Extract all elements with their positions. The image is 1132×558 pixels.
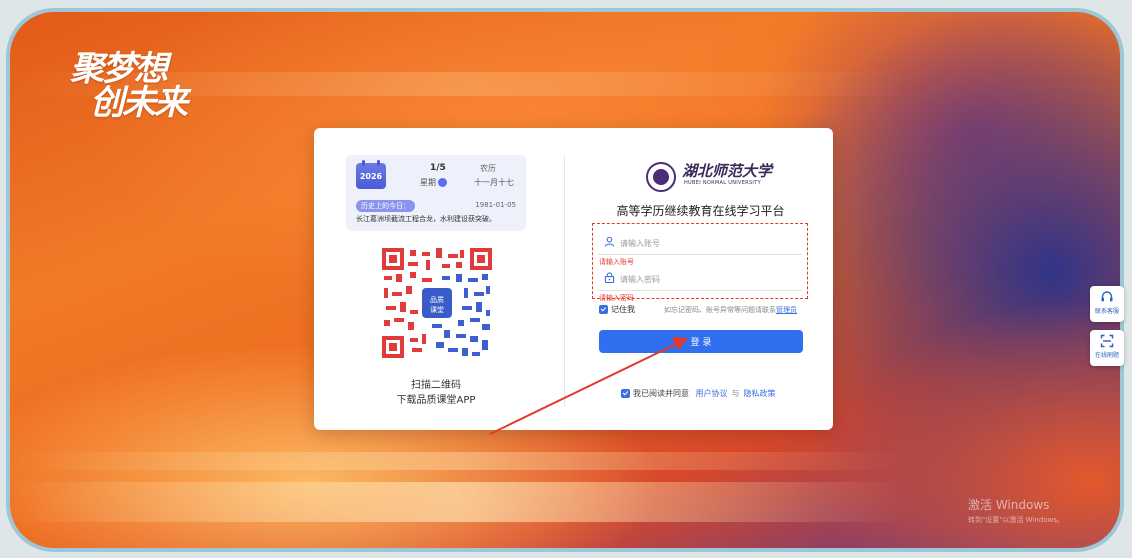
online-practice-button[interactable]: 在线刷题 [1090, 330, 1124, 366]
contact-support-label: 联系客服 [1094, 308, 1119, 315]
headset-icon [1101, 291, 1113, 302]
windows-watermark: 激活 Windows 转到"设置"以激活 Windows。 [968, 496, 1064, 525]
online-practice-label: 在线刷题 [1094, 352, 1119, 359]
watermark-line-1: 激活 Windows [968, 498, 1050, 512]
contact-support-button[interactable]: 联系客服 [1090, 286, 1124, 322]
watermark-line-2: 转到"设置"以激活 Windows。 [968, 516, 1064, 524]
scan-icon [1100, 334, 1114, 348]
annotation-arrow [489, 337, 688, 435]
